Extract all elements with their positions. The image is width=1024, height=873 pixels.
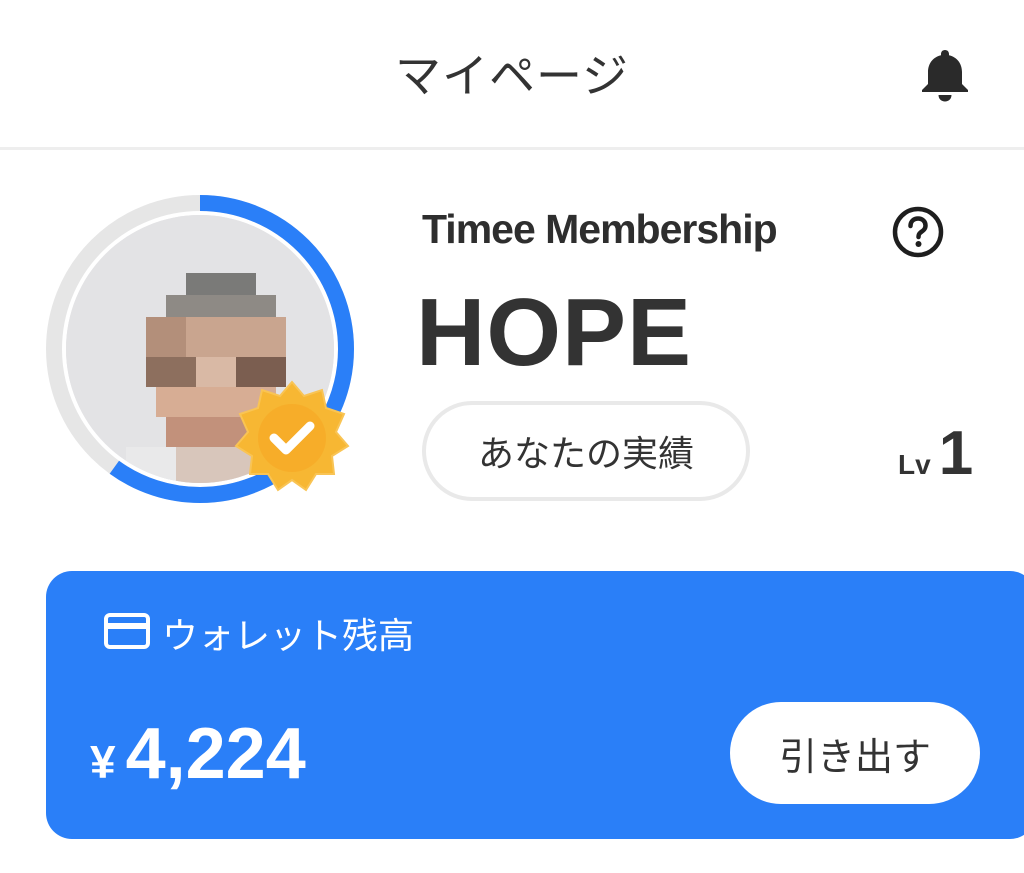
credit-card-icon xyxy=(102,611,152,651)
verified-check-badge-icon xyxy=(228,374,356,502)
page-title: マイページ xyxy=(394,49,630,103)
level-indicator: Lv 1 xyxy=(898,418,973,489)
balance-amount: 4,224 xyxy=(125,714,306,794)
wallet-balance: ¥4,224 xyxy=(90,713,306,795)
membership-rank: HOPE xyxy=(416,279,693,386)
withdraw-button[interactable]: 引き出す xyxy=(730,702,980,804)
wallet-label: ウォレット残高 xyxy=(162,616,415,657)
currency-symbol: ¥ xyxy=(90,736,116,788)
membership-title: Timee Membership xyxy=(422,206,778,252)
wallet-card: ウォレット残高 ¥4,224 引き出す xyxy=(46,571,1024,839)
question-circle-icon[interactable] xyxy=(890,204,946,260)
level-number: 1 xyxy=(938,419,974,488)
bell-icon[interactable] xyxy=(918,46,972,102)
header-bar: マイページ xyxy=(0,0,1024,150)
my-page: マイページ Timee Membership HOPE あなたの実績 Lv 1 … xyxy=(0,0,1024,873)
level-prefix: Lv xyxy=(898,449,931,480)
achievements-button[interactable]: あなたの実績 xyxy=(422,401,750,501)
